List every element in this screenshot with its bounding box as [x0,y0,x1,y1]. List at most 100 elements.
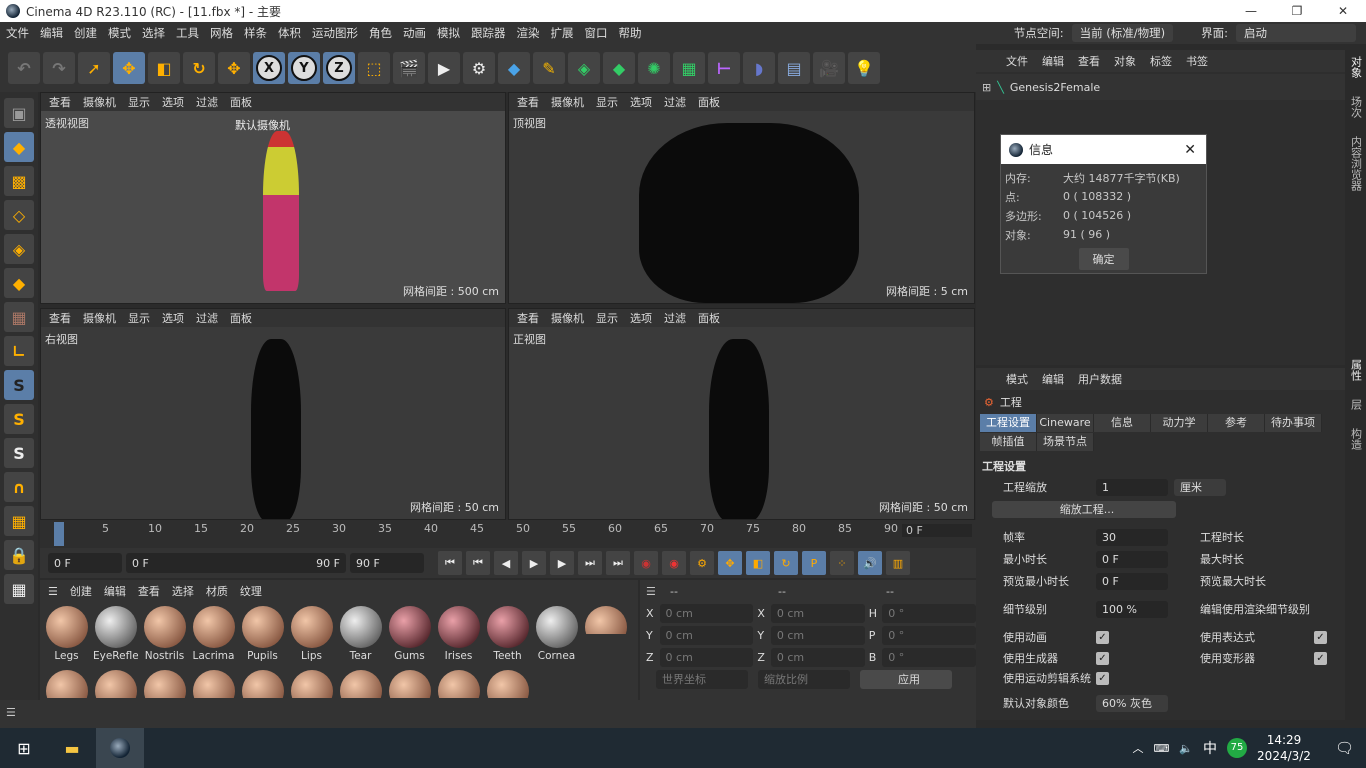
default-color-select[interactable]: 60% 灰色 [1096,694,1168,712]
material-item[interactable]: Lacrima [191,606,236,666]
maximize-button[interactable]: ❐ [1274,0,1320,22]
mat-menu-create[interactable]: 创建 [70,583,92,599]
vp-menu-filter[interactable]: 过滤 [196,94,218,110]
uv-mode-icon[interactable]: ▦ [4,302,34,332]
obj-menu-edit[interactable]: 编辑 [1042,53,1064,69]
floor-icon[interactable]: ▤ [778,52,810,84]
unit-select[interactable]: 厘米 [1174,478,1226,496]
deformer-icon[interactable]: ⊢ [708,52,740,84]
notification-icon[interactable]: 🗨 [1335,739,1354,757]
expand-icon[interactable]: ⊞ [982,81,991,94]
attr-tab[interactable]: 待办事项 [1265,414,1322,432]
points-mode-icon[interactable]: ◇ [4,200,34,230]
lock-workplane-icon[interactable]: 🔒 [4,540,34,570]
camera-icon[interactable]: 🎥 [813,52,845,84]
mat-menu-texture[interactable]: 纹理 [240,583,262,599]
vp-menu-options[interactable]: 选项 [630,310,652,326]
clock[interactable]: 14:29 2024/3/2 [1257,732,1311,764]
vp-menu-filter[interactable]: 过滤 [664,94,686,110]
material-item[interactable]: Legs [44,606,89,666]
material-item[interactable]: EyeRefle [93,606,138,666]
coord-field[interactable]: 0 ° [882,647,977,667]
project-scale-field[interactable]: 1 [1096,478,1168,496]
subdivision-icon[interactable]: ◆ [603,52,635,84]
playhead[interactable] [54,522,64,546]
workplane-icon[interactable]: ▦ [4,506,34,536]
record-icon[interactable]: ◉ [634,551,658,575]
coord-mode-select[interactable]: 世界坐标 [656,669,748,689]
menu-tools[interactable]: 工具 [176,25,199,41]
coord-field[interactable]: 0 cm [659,625,754,645]
keyframe-selection-icon[interactable]: ⚙ [690,551,714,575]
axis-z-button[interactable]: Z [323,52,355,84]
use-deformers-checkbox[interactable]: ✓ [1314,651,1327,665]
material-item[interactable]: Tear [338,606,383,666]
menu-render[interactable]: 渲染 [517,25,540,41]
vp-menu-panel[interactable]: 面板 [230,310,252,326]
side-tab-structure[interactable]: 构造 [1348,428,1364,450]
material-item[interactable]: Nostrils [142,606,187,666]
viewport-perspective[interactable]: 查看 摄像机 显示 选项 过滤 面板 透视视图 默认摄像机 网格间距 : 500 cm [40,92,506,304]
attr-menu-mode[interactable]: 模式 [1006,371,1028,387]
move-tool-icon[interactable]: ✥ [113,52,145,84]
render-view-icon[interactable]: 🎬 [393,52,425,84]
vp-menu-display[interactable]: 显示 [128,94,150,110]
vp-menu-view[interactable]: 查看 [49,310,71,326]
obj-menu-view[interactable]: 查看 [1078,53,1100,69]
mat-menu-edit[interactable]: 编辑 [104,583,126,599]
attr-tab[interactable]: 场景节点 [1037,433,1094,451]
timeline-end-field[interactable]: 0 F [902,524,972,537]
coord-field[interactable]: 0 ° [882,625,977,645]
vp-menu-display[interactable]: 显示 [596,310,618,326]
coord-field[interactable]: 0 cm [770,625,865,645]
frame-range-slider[interactable]: 0 F 90 F [126,553,346,573]
vp-menu-view[interactable]: 查看 [517,310,539,326]
sound-icon[interactable]: 🔊 [858,551,882,575]
material-item[interactable] [44,670,89,698]
key-rotation-icon[interactable]: ↻ [774,551,798,575]
autokey-icon[interactable]: ◉ [662,551,686,575]
mograph-icon[interactable]: ▦ [673,52,705,84]
vp-menu-panel[interactable]: 面板 [698,94,720,110]
viewport-top[interactable]: 查看 摄像机 显示 选项 过滤 面板 顶视图 网格间距 : 5 cm [508,92,975,304]
prev-key-icon[interactable]: ⏮ [466,551,490,575]
vp-menu-camera[interactable]: 摄像机 [83,310,116,326]
vp-menu-panel[interactable]: 面板 [230,94,252,110]
attr-menu-edit[interactable]: 编辑 [1042,371,1064,387]
use-animation-checkbox[interactable]: ✓ [1096,630,1109,644]
vp-menu-camera[interactable]: 摄像机 [551,310,584,326]
rotate-tool-icon[interactable]: ↻ [183,52,215,84]
vp-menu-filter[interactable]: 过滤 [664,310,686,326]
min-time-field[interactable]: 0 F [1096,550,1168,568]
render-picture-icon[interactable]: ▶ [428,52,460,84]
vp-menu-options[interactable]: 选项 [630,94,652,110]
use-motion-clip-checkbox[interactable]: ✓ [1096,671,1109,685]
vp-menu-filter[interactable]: 过滤 [196,310,218,326]
obj-menu-tags[interactable]: 标签 [1150,53,1172,69]
obj-menu-file[interactable]: 文件 [1006,53,1028,69]
film-icon[interactable]: ▥ [886,551,910,575]
network-icon[interactable]: ⌨ [1153,742,1169,755]
next-frame-icon[interactable]: ▶ [550,551,574,575]
close-button[interactable]: ✕ [1320,0,1366,22]
use-generators-checkbox[interactable]: ✓ [1096,651,1109,665]
menu-mesh[interactable]: 网格 [210,25,233,41]
timeline-ruler[interactable]: 0510152025303540455055606570758085900 F [40,520,976,548]
close-icon[interactable]: ✕ [1184,142,1196,158]
menu-icon[interactable]: ☰ [48,585,58,598]
axis-mode-icon[interactable]: ∟ [4,336,34,366]
side-tab-objects[interactable]: 对象 [1348,56,1364,78]
attr-tab[interactable]: Cineware [1037,414,1094,432]
material-item[interactable] [387,670,432,698]
prev-frame-icon[interactable]: ◀ [494,551,518,575]
texture-mode-icon[interactable]: ▩ [4,166,34,196]
pen-icon[interactable]: ✎ [533,52,565,84]
material-item[interactable] [240,670,285,698]
mat-menu-select[interactable]: 选择 [172,583,194,599]
vp-menu-camera[interactable]: 摄像机 [551,94,584,110]
material-item[interactable]: Gums [387,606,432,666]
menu-character[interactable]: 角色 [369,25,392,41]
vp-menu-options[interactable]: 选项 [162,94,184,110]
attr-tab[interactable]: 工程设置 [980,414,1037,432]
object-name[interactable]: Genesis2Female [1010,81,1100,94]
